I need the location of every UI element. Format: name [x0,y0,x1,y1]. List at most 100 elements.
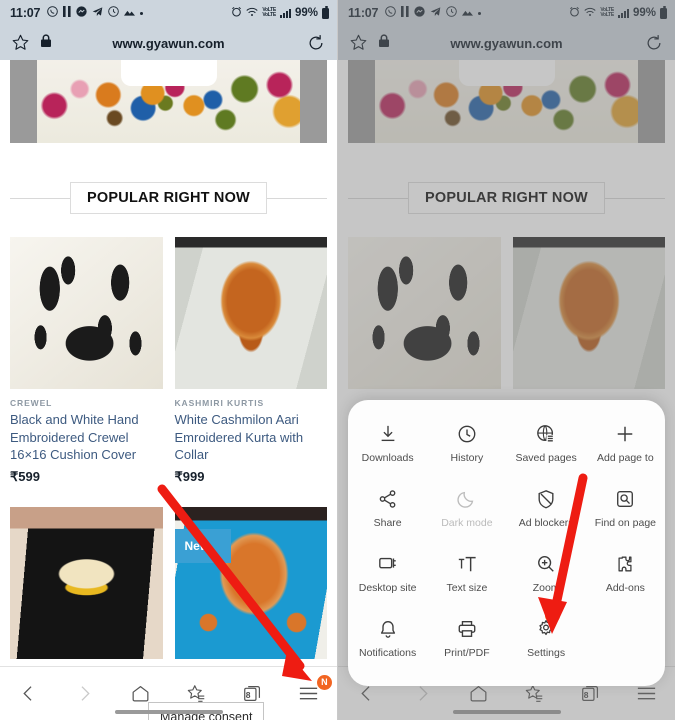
product-card[interactable]: CREWEL Black and White Hand Embroidered … [10,237,163,485]
volte-icon: VoLTE VoLTE [262,8,276,18]
globe-save-icon [536,423,556,445]
share-icon [378,488,398,510]
product-image-kurta-white[interactable] [174,237,327,389]
star-icon[interactable] [12,34,30,52]
telegram-icon [92,6,103,20]
menu-row: Desktop site Text size Zoom Add-ons [348,541,665,606]
moon-icon [457,488,477,510]
section-header: POPULAR RIGHT NOW [10,181,327,215]
clock-icon [108,6,120,20]
messenger-icon [76,6,87,20]
product-category: CREWEL [10,398,53,408]
download-icon [378,423,398,445]
volte-bottom: VoLTE [262,12,276,18]
alarm-icon [231,6,242,20]
product-card[interactable]: New [174,506,327,659]
hero-banner-image [10,60,327,143]
menu-item-label: Settings [527,647,566,659]
menu-item-label: Zoom [532,582,560,594]
shield-off-icon [536,488,556,510]
page-content: POPULAR RIGHT NOW CREWEL Black and White… [0,60,337,720]
dot-icon [140,11,144,15]
battery-percent: 99% [294,7,318,19]
product-image-hoodie[interactable] [10,506,163,659]
menu-item-label: Add page to [597,452,654,464]
menu-item-label: Find on page [594,517,657,529]
find-icon [615,488,635,510]
banner-left-gutter [10,60,37,143]
menu-item-zoom[interactable]: Zoom [507,541,586,606]
menu-item-desktop-site[interactable]: Desktop site [348,541,427,606]
menu-item-label: Add-ons [605,582,645,594]
clock-icon [457,423,477,445]
menu-item-text-size[interactable]: Text size [427,541,506,606]
product-card[interactable]: KASHMIRI KURTIS White Cashmilon Aari Emr… [174,237,328,485]
product-card[interactable] [10,506,163,659]
pause-icon [63,6,71,20]
menu-item-label: Print/PDF [444,647,490,659]
product-category: KASHMIRI KURTIS [174,398,265,408]
page-title: POPULAR RIGHT NOW [70,182,267,214]
plus-icon [615,423,635,445]
menu-item-label: Dark mode [441,517,493,529]
product-name[interactable]: Black and White Hand Embroidered Crewel … [10,411,163,464]
menu-item-label: Text size [446,582,488,594]
puzzle-icon [615,553,635,575]
phone-screen-right: 11:07 VoLTE VoLTE 99% www.gyawun.com POP… [337,0,675,720]
reload-icon[interactable] [307,34,325,52]
monitor-icon [378,553,398,575]
menu-item-saved-pages[interactable]: Saved pages [507,411,586,476]
printer-icon [457,618,477,640]
menu-item-dark-mode[interactable]: Dark mode [427,476,506,541]
menu-item-settings[interactable]: N Settings [507,606,586,671]
menu-item-find-on-page[interactable]: Find on page [586,476,665,541]
menu-item-label: Share [373,517,402,529]
product-image-cushion[interactable] [10,237,163,389]
product-image-kurta-blue[interactable]: New [174,506,327,659]
menu-item-add-page-to[interactable]: Add page to [586,411,665,476]
lock-icon [40,33,52,53]
product-price: ₹999 [174,468,205,484]
phone-screen-left: 11:07 VoLTE VoLTE 99% www.gyawun.com POP… [0,0,337,720]
bell-icon [378,618,398,640]
home-indicator [114,710,223,714]
menu-item-share[interactable]: Share [348,476,427,541]
menu-item-label: History [450,452,484,464]
menu-item-history[interactable]: History [427,411,506,476]
menu-row: Downloads History Saved pages Add page t… [348,411,665,476]
menu-item-label: Notifications [359,647,417,659]
menu-notification-badge: N [316,674,332,690]
back-button[interactable] [11,680,45,708]
menu-item-label: Saved pages [515,452,577,464]
menu-item-label: Desktop site [358,582,417,594]
product-price: ₹599 [10,468,40,484]
text-size-icon [457,553,477,575]
banner-right-gutter [300,60,327,143]
dual-screenshot-comparison: 11:07 VoLTE VoLTE 99% www.gyawun.com POP… [0,0,675,720]
url-bar[interactable]: www.gyawun.com [0,26,337,60]
zoom-in-icon [536,553,556,575]
menu-button[interactable]: N [292,674,332,708]
browser-menu-panel: Downloads History Saved pages Add page t… [348,400,665,686]
battery-icon [322,5,329,19]
status-bar-left: 11:07 [10,6,144,20]
product-grid-row-1: CREWEL Black and White Hand Embroidered … [10,237,327,485]
menu-item-notifications[interactable]: Notifications [348,606,427,671]
menu-item-print-pdf[interactable]: Print/PDF [427,606,506,671]
menu-item-downloads[interactable]: Downloads [348,411,427,476]
menu-row: Notifications Print/PDF N Settings [348,606,665,671]
forward-button [67,680,101,708]
tab-count: 8 [245,689,251,700]
whatsapp-icon [47,6,59,20]
menu-item-ad-blockers[interactable]: Ad blockers [507,476,586,541]
menu-item-empty [586,606,665,671]
status-bar: 11:07 VoLTE VoLTE 99% [0,0,337,26]
signal-icon [279,8,291,18]
menu-item-label: Ad blockers [518,517,574,529]
banner-notch [120,60,217,86]
gallery-icon [124,7,136,19]
new-badge: New [174,528,231,563]
product-name[interactable]: White Cashmilon Aari Emroidered Kurta wi… [175,411,328,464]
menu-row: Share Dark mode Ad blockers Find on page [348,476,665,541]
menu-item-add-ons[interactable]: Add-ons [586,541,665,606]
